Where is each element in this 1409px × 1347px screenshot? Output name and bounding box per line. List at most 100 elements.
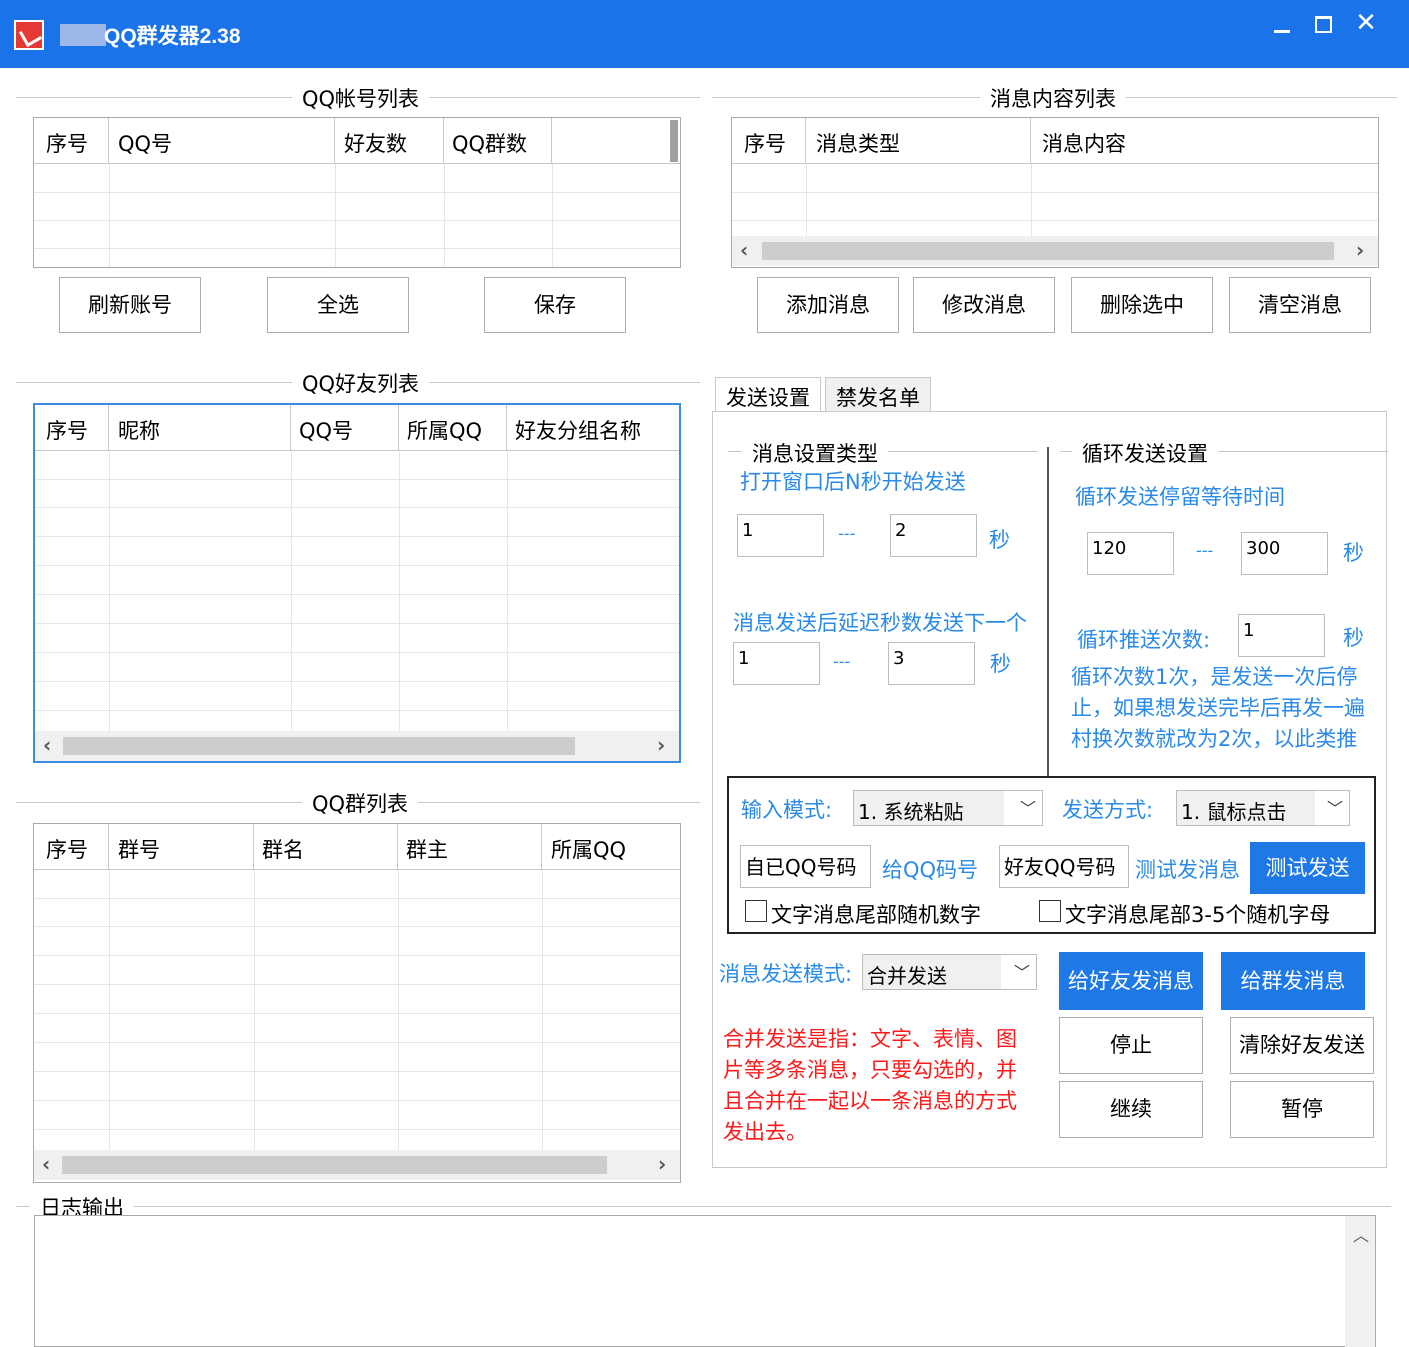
- test-msg-label: 测试发消息: [1135, 858, 1240, 882]
- scroll-left-icon[interactable]: ‹: [740, 238, 748, 262]
- scroll-thumb[interactable]: [63, 737, 575, 755]
- col-group-owner[interactable]: 群主: [406, 834, 448, 864]
- input-mode-select[interactable]: 1. 系统粘贴 ﹀: [853, 790, 1043, 826]
- scroll-right-icon[interactable]: ›: [1356, 238, 1364, 262]
- message-table[interactable]: 序号 消息类型 消息内容 ‹ ›: [731, 117, 1379, 268]
- message-hscrollbar[interactable]: ‹ ›: [732, 236, 1378, 266]
- send-mode-label: 消息发送模式:: [719, 962, 853, 986]
- pause-button[interactable]: 暂停: [1230, 1081, 1374, 1138]
- delete-selected-button[interactable]: 删除选中: [1071, 277, 1213, 333]
- scroll-up-icon[interactable]: ︿: [1353, 1222, 1369, 1246]
- tab-send-settings[interactable]: 发送设置: [715, 377, 821, 413]
- send-method-select[interactable]: 1. 鼠标点击 ﹀: [1176, 790, 1350, 826]
- edit-message-button[interactable]: 修改消息: [913, 277, 1055, 333]
- header-scroll-edge: [670, 120, 678, 162]
- message-list-title: 消息内容列表: [980, 83, 1126, 113]
- continue-button[interactable]: 继续: [1059, 1081, 1203, 1138]
- col-group-name[interactable]: 群名: [262, 834, 304, 864]
- select-all-button[interactable]: 全选: [267, 277, 409, 333]
- range-separator: ---: [838, 524, 856, 543]
- open-delay-max-input[interactable]: 2: [890, 514, 977, 557]
- scroll-thumb[interactable]: [62, 1156, 607, 1174]
- merge-note: 合并发送是指：文字、表情、图片等多条消息，只要勾选的，并且合并在一起以一条消息的…: [723, 1027, 1017, 1144]
- chevron-down-icon[interactable]: ﹀: [1327, 795, 1343, 819]
- friend-qq-input[interactable]: 好友QQ号码: [999, 845, 1129, 888]
- col-index[interactable]: 序号: [744, 128, 786, 158]
- loop-note: 循环次数1次，是发送一次后停止，如果想发送完毕后再发一遍村换次数就改为2次，以此…: [1071, 665, 1365, 751]
- col-msg-content[interactable]: 消息内容: [1042, 128, 1126, 158]
- col-group-id[interactable]: 群号: [118, 834, 160, 864]
- after-send-max-input[interactable]: 3: [888, 642, 975, 685]
- col-msg-type[interactable]: 消息类型: [816, 128, 900, 158]
- send-mode-select[interactable]: 合并发送 ﹀: [862, 954, 1037, 990]
- save-button[interactable]: 保存: [484, 277, 626, 333]
- friend-table-header: 序号 昵称 QQ号 所属QQ 好友分组名称: [35, 405, 679, 451]
- input-mode-label: 输入模式:: [741, 798, 833, 822]
- group-table[interactable]: 序号 群号 群名 群主 所属QQ ‹ ›: [33, 823, 681, 1183]
- random-letters-checkbox[interactable]: [1039, 900, 1061, 922]
- loop-count-input[interactable]: 1: [1238, 614, 1325, 657]
- col-friend-count[interactable]: 好友数: [344, 128, 407, 158]
- random-digits-label: 文字消息尾部随机数字: [771, 903, 981, 927]
- test-send-button[interactable]: 测试发送: [1250, 842, 1365, 894]
- tab-blacklist[interactable]: 禁发名单: [825, 377, 931, 411]
- title-redacted-block: [60, 24, 106, 46]
- self-qq-input[interactable]: 自已QQ号码: [740, 845, 871, 888]
- log-vscrollbar[interactable]: ︿: [1345, 1216, 1375, 1347]
- maximize-icon[interactable]: [1302, 6, 1342, 40]
- send-method-value: 1. 鼠标点击: [1177, 791, 1315, 825]
- random-letters-label: 文字消息尾部3-5个随机字母: [1065, 903, 1331, 927]
- account-list-title: QQ帐号列表: [292, 83, 430, 113]
- send-method-label: 发送方式:: [1062, 798, 1154, 822]
- unit-seconds: 秒: [989, 528, 1010, 552]
- col-friend-group[interactable]: 好友分组名称: [515, 415, 641, 445]
- minimize-icon[interactable]: [1262, 6, 1302, 40]
- random-digits-checkbox[interactable]: [745, 900, 767, 922]
- friend-list-title: QQ好友列表: [292, 368, 430, 398]
- scroll-right-icon[interactable]: ›: [657, 733, 665, 757]
- open-delay-min-input[interactable]: 1: [737, 514, 824, 557]
- loop-wait-label: 循环发送停留等待时间: [1075, 485, 1285, 509]
- col-owner-qq[interactable]: 所属QQ: [551, 834, 626, 864]
- log-group-line: [16, 1206, 1391, 1207]
- group-hscrollbar[interactable]: ‹ ›: [34, 1150, 680, 1180]
- loop-settings-title: 循环发送设置: [1072, 438, 1218, 468]
- clear-messages-button[interactable]: 清空消息: [1229, 277, 1371, 333]
- account-table[interactable]: 序号 QQ号 好友数 QQ群数: [33, 117, 681, 268]
- chevron-down-icon[interactable]: ﹀: [1014, 959, 1030, 983]
- send-to-groups-button[interactable]: 给群发消息: [1221, 952, 1365, 1010]
- scroll-left-icon[interactable]: ‹: [43, 733, 51, 757]
- log-output-area[interactable]: ︿: [34, 1215, 1376, 1347]
- account-table-header: 序号 QQ号 好友数 QQ群数: [34, 118, 680, 164]
- chevron-down-icon[interactable]: ﹀: [1020, 795, 1036, 819]
- loop-wait-min-input[interactable]: 120: [1087, 532, 1174, 575]
- scroll-left-icon[interactable]: ‹: [42, 1152, 50, 1176]
- send-mode-value: 合并发送: [863, 955, 1001, 989]
- col-index[interactable]: 序号: [46, 128, 88, 158]
- scroll-right-icon[interactable]: ›: [658, 1152, 666, 1176]
- close-icon[interactable]: ✕: [1346, 6, 1386, 40]
- refresh-accounts-button[interactable]: 刷新账号: [59, 277, 201, 333]
- clear-friend-send-button[interactable]: 清除好友发送: [1230, 1017, 1374, 1074]
- col-index[interactable]: 序号: [46, 415, 88, 445]
- friend-hscrollbar[interactable]: ‹ ›: [35, 731, 679, 761]
- stop-button[interactable]: 停止: [1059, 1017, 1203, 1074]
- col-index[interactable]: 序号: [46, 834, 88, 864]
- range-separator: ---: [833, 652, 851, 671]
- add-message-button[interactable]: 添加消息: [757, 277, 899, 333]
- after-send-delay-label: 消息发送后延迟秒数发送下一个: [733, 611, 1027, 635]
- scroll-thumb[interactable]: [762, 242, 1334, 260]
- open-delay-label: 打开窗口后N秒开始发送: [740, 470, 966, 494]
- unit-seconds: 秒: [1343, 541, 1364, 565]
- send-to-friends-button[interactable]: 给好友发消息: [1059, 952, 1203, 1010]
- col-nickname[interactable]: 昵称: [118, 415, 160, 445]
- col-group-count[interactable]: QQ群数: [452, 128, 527, 158]
- after-send-min-input[interactable]: 1: [733, 642, 820, 685]
- col-qq[interactable]: QQ号: [299, 415, 353, 445]
- friend-table[interactable]: 序号 昵称 QQ号 所属QQ 好友分组名称 ‹ ›: [33, 403, 681, 763]
- col-qq[interactable]: QQ号: [118, 128, 172, 158]
- input-mode-value: 1. 系统粘贴: [854, 791, 1004, 825]
- loop-wait-max-input[interactable]: 300: [1241, 532, 1328, 575]
- app-icon: [14, 20, 44, 50]
- col-owner-qq[interactable]: 所属QQ: [407, 415, 482, 445]
